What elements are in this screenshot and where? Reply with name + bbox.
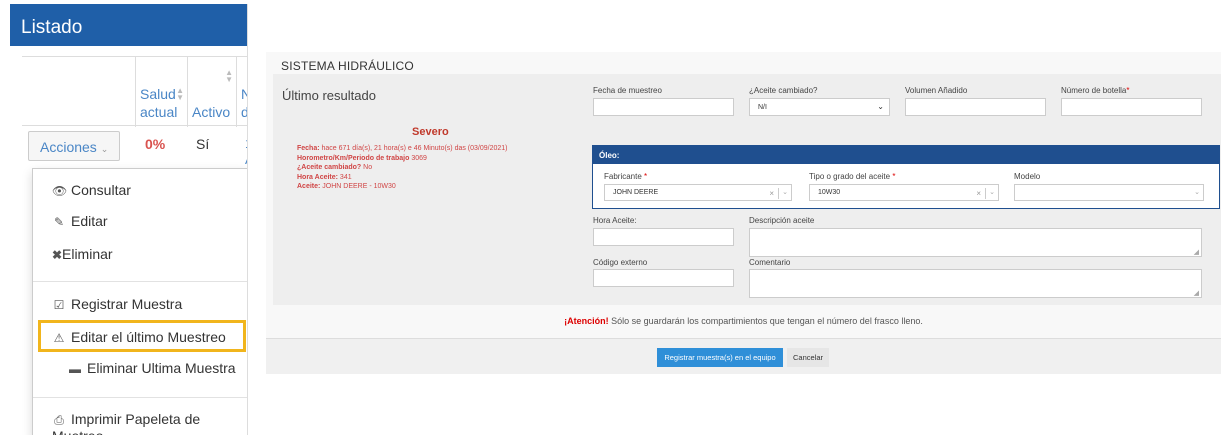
atencion-text: Sólo se guardarán los compartimientos qu… (608, 316, 923, 326)
fecha-muestreo-input[interactable] (593, 98, 734, 116)
acciones-dropdown-button[interactable]: Acciones ⌄ (28, 131, 120, 161)
clear-icon[interactable]: × (769, 189, 774, 198)
chevron-down-icon: ⌄ (1194, 189, 1200, 196)
cancelar-button[interactable]: Cancelar (787, 348, 829, 367)
modelo-select[interactable]: ⌄ (1014, 184, 1204, 201)
ultimo-resultado-heading: Último resultado (282, 88, 376, 103)
column-header-numero-line1: N (241, 86, 247, 102)
oleo-section: Óleo: Fabricante * JOHN DEERE × ⌄ Tipo o… (592, 145, 1220, 209)
column-header-salud[interactable]: Salud actual ▲ ▼ (135, 57, 187, 127)
numero-botella-label: Número de botella* (1061, 86, 1130, 95)
codigo-externo-label: Código externo (593, 258, 648, 267)
descripcion-aceite-label: Descripción aceite (749, 216, 815, 225)
tipo-aceite-select[interactable]: 10W30 × ⌄ (809, 184, 999, 201)
menu-item-registrar-muestra[interactable]: ☑ Registrar Muestra (33, 291, 247, 321)
aceite-cambiado-select[interactable]: N/I ⌄ (749, 98, 890, 116)
print-icon: ⎙ (54, 413, 64, 427)
last-result-details: Fecha: hace 671 día(s), 21 hora(s) e 46 … (297, 144, 508, 192)
fecha-muestreo-label: Fecha de muestreo (593, 86, 662, 95)
tipo-aceite-value: 10W30 (818, 189, 841, 196)
sample-form-panel: SISTEMA HIDRÁULICO Último resultado Seve… (266, 52, 1221, 374)
oleo-header: Óleo: (593, 146, 1219, 164)
numero-botella-input[interactable] (1061, 98, 1202, 116)
listado-panel: Listado Salud actual ▲▼ Activo ▲▼ N de A… (10, 4, 248, 435)
column-header-numero-line2: de (241, 104, 247, 120)
resize-handle-icon[interactable]: ◢ (1194, 248, 1199, 256)
aceite-cambiado-value: N/I (758, 104, 767, 111)
aceite-cambiado-label: ¿Aceite cambiado? (749, 86, 818, 95)
detail-aceite-cambiado: ¿Aceite cambiado? No (297, 164, 373, 172)
menu-item-eliminar-label: Eliminar (62, 246, 113, 262)
table-header: Salud actual ▲▼ Activo ▲▼ N de (22, 56, 247, 127)
menu-item-imprimir[interactable]: ⎙Imprimir Papeleta de Muetreo (33, 406, 247, 435)
comentario-label: Comentario (749, 258, 791, 267)
menu-item-eliminar-ultima-label: Eliminar Ultima Muestra (87, 360, 236, 376)
column-header-salud-line1: Salud (140, 86, 176, 102)
fabricante-value: JOHN DEERE (613, 189, 659, 196)
activo-value: Sí (196, 136, 210, 152)
atencion-label: ¡Atención! (564, 316, 609, 326)
detail-horometro: Horometro/Km/Periodo de trabajo 3069 (297, 154, 427, 162)
menu-divider (33, 281, 247, 282)
severity-label: Severo (412, 126, 449, 138)
acciones-dropdown-menu: 👁 Consultar ✎ Editar ✖Eliminar ☑ Registrar … (32, 168, 247, 435)
sample-form-body: Último resultado Severo Fecha: hace 671 … (273, 74, 1221, 305)
edit-icon: ✎ (53, 215, 65, 229)
numero-partial-value: 1E AC (245, 136, 247, 168)
numero-partial-line2: AC (245, 152, 247, 167)
detail-aceite: Aceite: JOHN DEERE - 10W30 (297, 183, 396, 191)
menu-item-imprimir-label: Imprimir Papeleta de Muetreo (52, 411, 201, 435)
menu-item-registrar-label: Registrar Muestra (71, 296, 183, 312)
salud-value: 0% (145, 136, 166, 152)
highlight-box (38, 320, 246, 352)
numero-partial-line1: 1E (245, 136, 247, 151)
descripcion-aceite-textarea[interactable]: ◢ (749, 228, 1202, 257)
column-header-activo[interactable]: Activo ▲ ▼ (187, 57, 236, 127)
detail-hora-aceite: Hora Aceite: 341 (297, 173, 352, 181)
acciones-label: Acciones (40, 139, 97, 155)
volumen-label: Volumen Añadido (905, 86, 968, 95)
table-row: Acciones ⌄ 0% Sí 1E AC (22, 126, 247, 174)
registrar-muestra-button[interactable]: Registrar muestra(s) en el equipo (657, 348, 783, 367)
volumen-input[interactable] (905, 98, 1046, 116)
select-divider (778, 188, 779, 199)
tipo-aceite-label: Tipo o grado del aceite * (809, 172, 896, 181)
checkbox-icon: ☑ (53, 298, 65, 312)
chevron-down-icon: ⌄ (100, 144, 109, 154)
select-divider (985, 188, 986, 199)
menu-item-consultar-label: Consultar (71, 182, 131, 198)
minus-square-icon: ▬ (69, 362, 81, 376)
menu-item-editar-label: Editar (71, 213, 108, 229)
codigo-externo-input[interactable] (593, 269, 734, 287)
form-footer: Registrar muestra(s) en el equipo Cancel… (266, 339, 1221, 374)
menu-item-consultar[interactable]: 👁 Consultar (33, 177, 247, 207)
chevron-down-icon: ⌄ (877, 102, 884, 111)
column-header-activo-line2: Activo (192, 104, 231, 120)
eye-icon: 👁 (52, 184, 68, 198)
hora-aceite-label: Hora Aceite: (593, 216, 637, 225)
resize-handle-icon[interactable]: ◢ (1194, 289, 1199, 297)
listado-title: Listado (21, 17, 83, 38)
sort-icon: ▲ ▼ (176, 86, 184, 102)
fabricante-label: Fabricante * (604, 172, 648, 181)
comentario-textarea[interactable]: ◢ (749, 269, 1202, 298)
hora-aceite-input[interactable] (593, 228, 734, 246)
chevron-down-icon: ⌄ (989, 189, 995, 196)
listado-header: Listado (10, 4, 247, 46)
fabricante-select[interactable]: JOHN DEERE × ⌄ (604, 184, 792, 201)
atencion-notice: ¡Atención! Sólo se guardarán los compart… (266, 316, 1221, 326)
menu-item-eliminar[interactable]: ✖Eliminar (33, 241, 247, 271)
close-icon: ✖ (52, 248, 63, 262)
clear-icon[interactable]: × (976, 189, 981, 198)
sort-icon: ▲ ▼ (225, 68, 233, 84)
modelo-label: Modelo (1014, 172, 1041, 181)
column-header-salud-line2: actual (140, 104, 178, 120)
chevron-down-icon: ⌄ (782, 189, 788, 196)
menu-divider (33, 397, 247, 398)
column-header-numero[interactable]: N de (236, 57, 247, 127)
menu-item-editar[interactable]: ✎ Editar (33, 208, 247, 238)
section-title: SISTEMA HIDRÁULICO (281, 59, 414, 73)
detail-fecha: Fecha: hace 671 día(s), 21 hora(s) e 46 … (297, 145, 508, 152)
menu-item-eliminar-ultima-muestra[interactable]: ▬ Eliminar Ultima Muestra (33, 355, 247, 385)
